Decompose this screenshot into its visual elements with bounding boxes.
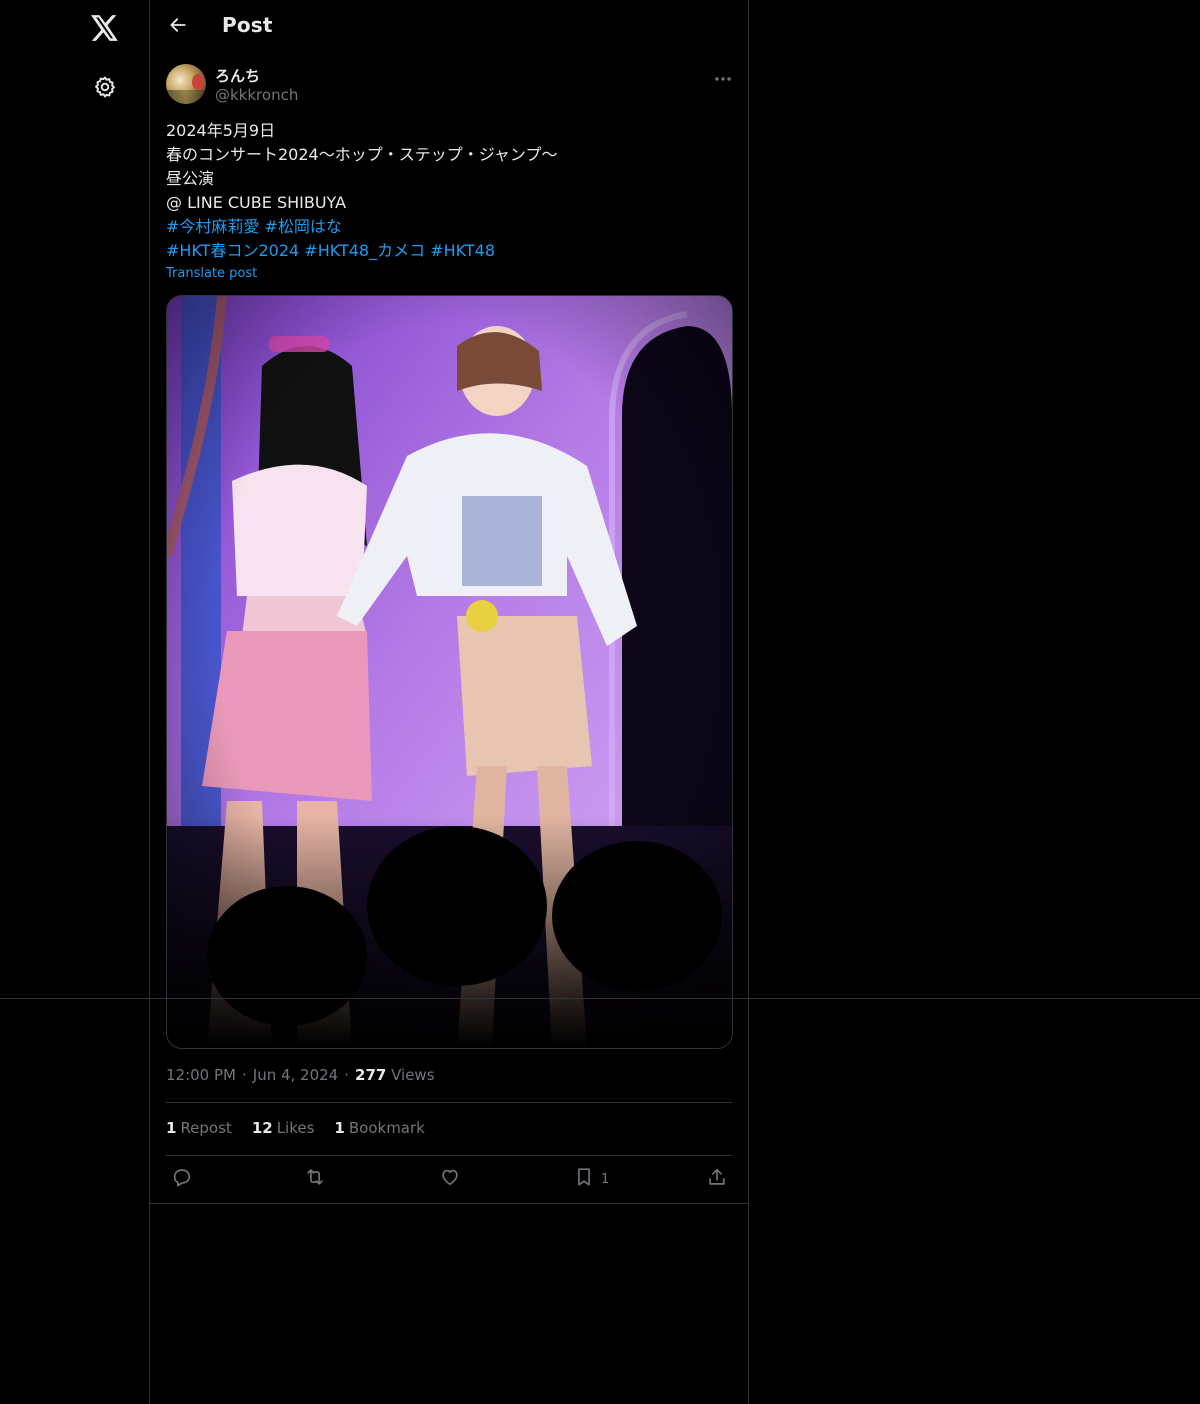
divider [166, 1155, 732, 1156]
like-button[interactable] [439, 1166, 461, 1192]
views-count: 277 [355, 1066, 387, 1084]
reply-icon [171, 1166, 193, 1192]
hashtag-link[interactable]: #HKT48 [430, 241, 495, 260]
bookmark-count: 1 [601, 1171, 610, 1187]
share-icon [706, 1166, 728, 1192]
likes-stat[interactable]: 12 Likes [252, 1119, 315, 1137]
tweet-line: 昼公演 [166, 169, 215, 188]
divider [150, 1203, 748, 1204]
post-column: Post ろんち @kkkronch 2024年5月9日 春のコンサート2024… [149, 0, 749, 1404]
nav-rail [0, 0, 149, 1404]
hashtag-link[interactable]: #HKT春コン2024 [166, 241, 299, 260]
more-options-button[interactable] [710, 66, 736, 86]
bookmarks-stat[interactable]: 1 Bookmark [334, 1119, 424, 1137]
views-label: Views [391, 1066, 435, 1084]
tweet-line: 2024年5月9日 [166, 121, 276, 140]
reply-button[interactable] [171, 1166, 193, 1192]
hashtag-link[interactable]: #今村麻莉愛 [166, 217, 259, 236]
reposts-count: 1 [166, 1119, 177, 1137]
post-header: Post [150, 0, 748, 54]
back-button[interactable] [162, 11, 194, 43]
hashtag-link[interactable]: #HKT48_カメコ [304, 241, 425, 260]
heart-icon [439, 1166, 461, 1192]
stage-photo-illustration [167, 296, 732, 1048]
app: Post ろんち @kkkronch 2024年5月9日 春のコンサート2024… [0, 0, 1200, 1404]
bookmark-icon [573, 1166, 595, 1192]
author-name[interactable]: ろんち [215, 65, 260, 86]
bookmark-button[interactable]: 1 [573, 1166, 609, 1192]
likes-label: Likes [276, 1119, 315, 1137]
reposts-label: Repost [180, 1119, 232, 1137]
divider [166, 1102, 732, 1103]
x-logo-icon[interactable] [87, 10, 123, 46]
repost-icon [304, 1166, 326, 1192]
post-meta: 12:00 PM · Jun 4, 2024 · 277 Views [166, 1066, 435, 1084]
page-title: Post [222, 13, 273, 37]
action-bar: 1 [150, 1158, 748, 1202]
post-date[interactable]: Jun 4, 2024 [253, 1066, 338, 1084]
bookmarks-label: Bookmark [348, 1119, 425, 1137]
post-photo[interactable] [166, 295, 733, 1049]
hashtag-row: #HKT春コン2024 #HKT48_カメコ #HKT48 [166, 239, 732, 263]
tweet-line: @ LINE CUBE SHIBUYA [166, 193, 347, 212]
repost-button[interactable] [304, 1166, 326, 1192]
author-handle[interactable]: @kkkronch [215, 86, 298, 104]
more-dots-icon [714, 67, 732, 86]
tweet-text: 2024年5月9日 春のコンサート2024〜ホップ・ステップ・ジャンプ〜 昼公演… [166, 119, 732, 263]
share-button[interactable] [706, 1166, 728, 1192]
gear-icon[interactable] [90, 72, 120, 102]
post-time[interactable]: 12:00 PM [166, 1066, 236, 1084]
engagement-stats: 1 Repost 12 Likes 1 Bookmark [166, 1119, 445, 1137]
tweet-line: 春のコンサート2024〜ホップ・ステップ・ジャンプ〜 [166, 145, 558, 164]
reposts-stat[interactable]: 1 Repost [166, 1119, 232, 1137]
arrow-left-icon [168, 15, 188, 39]
hashtag-row: #今村麻莉愛 #松岡はな [166, 215, 732, 239]
bookmarks-count: 1 [334, 1119, 345, 1137]
translate-post-link[interactable]: Translate post [166, 266, 257, 281]
likes-count: 12 [251, 1119, 273, 1137]
avatar[interactable] [166, 64, 206, 104]
hashtag-link[interactable]: #松岡はな [265, 217, 342, 236]
